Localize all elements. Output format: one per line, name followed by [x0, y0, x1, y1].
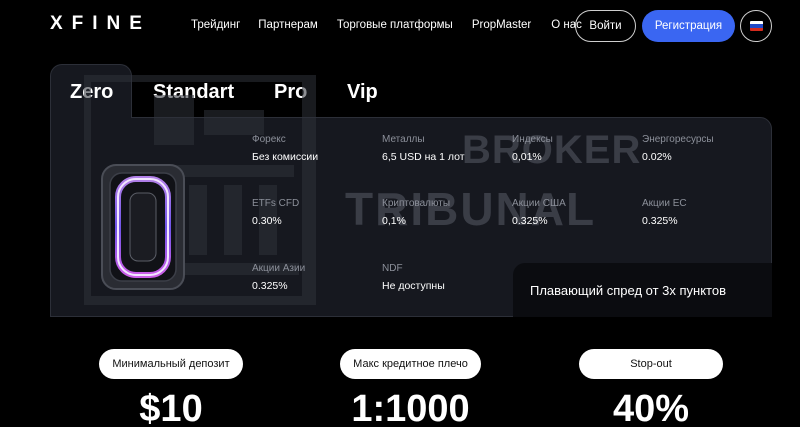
- spread-box: Плавающий спред от 3х пунктов: [513, 263, 772, 317]
- login-button[interactable]: Войти: [575, 10, 636, 42]
- stat-label: Форекс: [252, 134, 286, 145]
- min-deposit-pill: Минимальный депозит: [99, 349, 243, 379]
- stat-value: 0.30%: [252, 215, 282, 227]
- tab-zero[interactable]: Zero: [70, 81, 113, 104]
- stop-out-value: 40%: [612, 388, 690, 427]
- stat-ndf: NDF Не доступны: [382, 263, 502, 292]
- site-header: XFINE Трейдинг Партнерам Торговые платфо…: [0, 0, 800, 52]
- max-leverage-value: 1:1000: [351, 388, 470, 427]
- tab-standart[interactable]: Standart: [153, 81, 234, 104]
- stat-forex: Форекс Без комиссии: [252, 134, 372, 163]
- russian-flag-icon: [749, 21, 763, 31]
- stat-label: Криптовалюты: [382, 198, 451, 209]
- tab-vip[interactable]: Vip: [347, 81, 378, 104]
- stat-etfs: ETFs CFD 0.30%: [252, 198, 372, 227]
- tab-pro[interactable]: Pro: [274, 81, 307, 104]
- min-deposit-value: $10: [139, 388, 203, 427]
- stat-label: ETFs CFD: [252, 198, 300, 209]
- stat-value: Без комиссии: [252, 151, 319, 163]
- stat-value: 0,1%: [382, 215, 406, 227]
- stat-label: Акции ЕС: [642, 198, 687, 209]
- stat-label: Металлы: [382, 134, 425, 145]
- stat-energy: Энергоресурсы 0.02%: [642, 134, 762, 163]
- stat-metals: Металлы 6,5 USD на 1 лот: [382, 134, 502, 163]
- stat-crypto: Криптовалюты 0,1%: [382, 198, 502, 227]
- stat-asia-stocks: Акции Азии 0.325%: [252, 263, 372, 292]
- neon-zero-icon: [101, 164, 185, 290]
- stat-label: Акции Азии: [252, 263, 306, 274]
- max-leverage-pill: Макс кредитное плечо: [340, 349, 481, 379]
- stat-value: Не доступны: [382, 280, 445, 292]
- spread-text: Плавающий спред от 3х пунктов: [530, 283, 726, 298]
- stat-eu-stocks: Акции ЕС 0.325%: [642, 198, 762, 227]
- stop-out-pill: Stop-out: [579, 349, 723, 379]
- stat-value: 0.02%: [642, 151, 672, 163]
- stat-value: 0,01%: [512, 151, 542, 163]
- stat-label: NDF: [382, 263, 403, 274]
- xfine-logo[interactable]: XFINE: [50, 13, 151, 35]
- nav-partners[interactable]: Партнерам: [258, 19, 318, 31]
- stat-label: Энергоресурсы: [642, 134, 714, 145]
- nav-propmaster[interactable]: PropMaster: [472, 19, 531, 31]
- nav-platforms[interactable]: Торговые платформы: [337, 19, 453, 31]
- language-button[interactable]: [740, 10, 772, 42]
- stat-label: Индексы: [512, 134, 553, 145]
- stat-value: 0.325%: [512, 215, 548, 227]
- nav-trading[interactable]: Трейдинг: [191, 19, 240, 31]
- stat-label: Акции США: [512, 198, 566, 209]
- register-button[interactable]: Регистрация: [642, 10, 735, 42]
- stat-value: 6,5 USD на 1 лот: [382, 151, 465, 163]
- stat-value: 0.325%: [252, 280, 288, 292]
- stat-indices: Индексы 0,01%: [512, 134, 632, 163]
- stat-value: 0.325%: [642, 215, 678, 227]
- stat-us-stocks: Акции США 0.325%: [512, 198, 632, 227]
- main-nav: Трейдинг Партнерам Торговые платформы Pr…: [191, 19, 582, 31]
